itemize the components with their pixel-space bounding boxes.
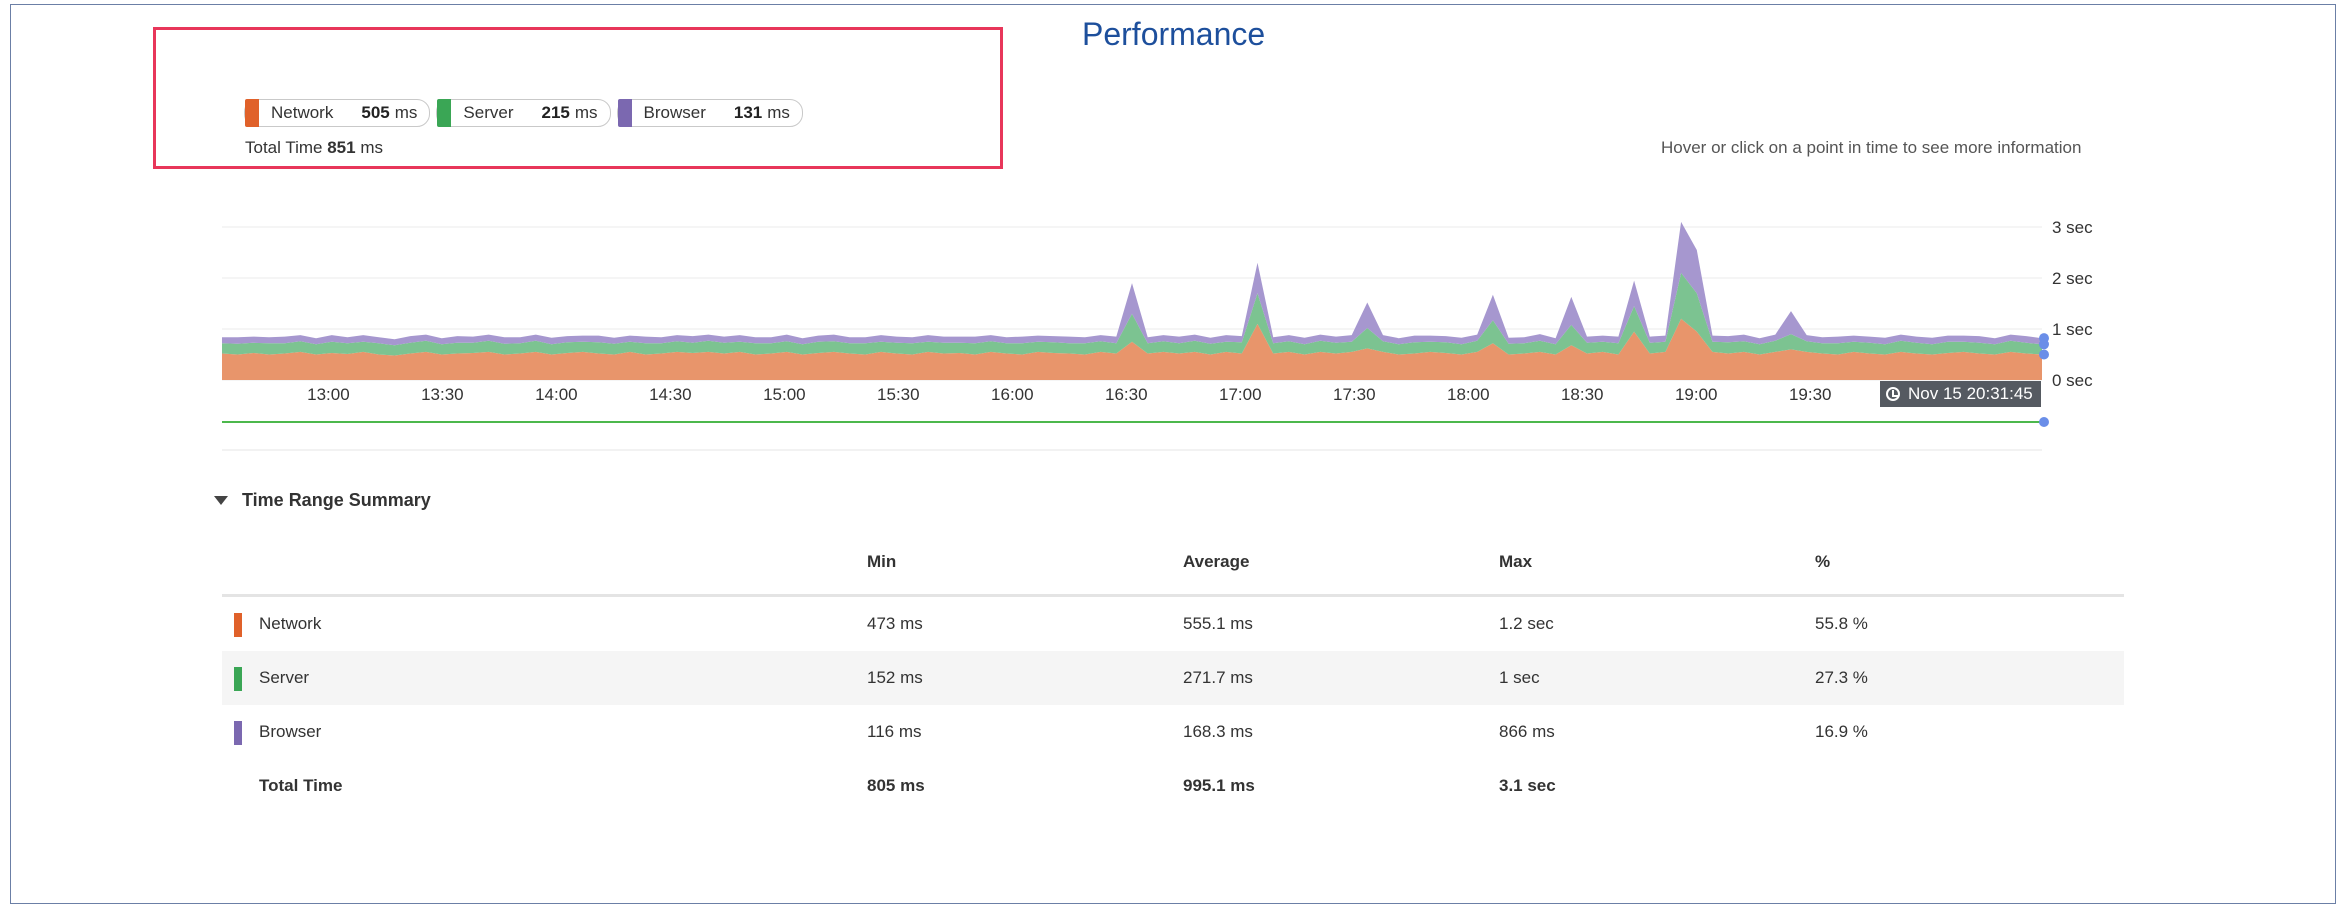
x-tick-label: 16:30 <box>1105 385 1148 404</box>
row-percent: 16.9 % <box>1815 722 1868 741</box>
row-name: Server <box>259 668 310 687</box>
time-range-summary-label: Time Range Summary <box>242 490 431 510</box>
x-tick-label: 17:30 <box>1333 385 1376 404</box>
row-average: 271.7 ms <box>1183 668 1253 687</box>
row-min: 805 ms <box>867 776 925 795</box>
x-tick-label: 15:00 <box>763 385 806 404</box>
x-tick-label: 14:00 <box>535 385 578 404</box>
x-tick-label: 18:30 <box>1561 385 1604 404</box>
timestamp-text: Nov 15 20:31:45 <box>1908 384 2033 403</box>
header-average: Average <box>1183 552 1250 571</box>
table-row: Browser 116 ms 168.3 ms 866 ms 16.9 % <box>222 705 2124 759</box>
series-endpoint <box>2039 349 2049 360</box>
row-max: 3.1 sec <box>1499 776 1556 795</box>
x-tick-label: 19:30 <box>1789 385 1832 404</box>
range-slider-handle[interactable] <box>2039 417 2049 427</box>
timestamp-tooltip: Nov 15 20:31:45 <box>1880 381 2041 407</box>
summary-table: Min Average Max % Network 473 ms 555.1 m… <box>222 540 2124 813</box>
clock-icon <box>1886 387 1900 401</box>
header-percent: % <box>1815 552 1831 571</box>
row-max: 866 ms <box>1499 722 1555 741</box>
table-header: Min Average Max % <box>222 540 2124 597</box>
caret-down-icon <box>214 496 228 505</box>
x-tick-label: 19:00 <box>1675 385 1718 404</box>
row-average: 168.3 ms <box>1183 722 1253 741</box>
row-name: Network <box>259 614 322 633</box>
server-swatch <box>234 667 242 691</box>
y-tick-label: 1 sec <box>2052 320 2093 339</box>
row-max: 1 sec <box>1499 668 1540 687</box>
table-row-total: Total Time 805 ms 995.1 ms 3.1 sec <box>222 759 2124 813</box>
y-tick-label: 0 sec <box>2052 371 2093 390</box>
y-tick-label: 3 sec <box>2052 218 2093 237</box>
header-min: Min <box>867 552 897 571</box>
y-tick-label: 2 sec <box>2052 269 2093 288</box>
x-tick-label: 15:30 <box>877 385 920 404</box>
row-min: 152 ms <box>867 668 923 687</box>
row-min: 116 ms <box>867 722 922 741</box>
row-average: 995.1 ms <box>1183 776 1255 795</box>
x-tick-label: 13:00 <box>307 385 350 404</box>
time-range-summary-toggle[interactable]: Time Range Summary <box>214 490 431 511</box>
series-endpoint <box>2039 333 2049 344</box>
row-name: Total Time <box>259 776 343 795</box>
table-row: Server 152 ms 271.7 ms 1 sec 27.3 % <box>222 651 2124 705</box>
row-name: Browser <box>259 722 322 741</box>
browser-swatch <box>234 721 242 745</box>
row-percent: 27.3 % <box>1815 668 1868 687</box>
network-swatch <box>234 613 242 637</box>
row-percent: 55.8 % <box>1815 614 1868 633</box>
header-max: Max <box>1499 552 1533 571</box>
row-max: 1.2 sec <box>1499 614 1554 633</box>
x-tick-label: 16:00 <box>991 385 1034 404</box>
row-average: 555.1 ms <box>1183 614 1253 633</box>
x-tick-label: 17:00 <box>1219 385 1262 404</box>
x-tick-label: 18:00 <box>1447 385 1490 404</box>
x-tick-label: 13:30 <box>421 385 464 404</box>
x-tick-label: 14:30 <box>649 385 692 404</box>
row-min: 473 ms <box>867 614 923 633</box>
table-row: Network 473 ms 555.1 ms 1.2 sec 55.8 % <box>222 597 2124 651</box>
